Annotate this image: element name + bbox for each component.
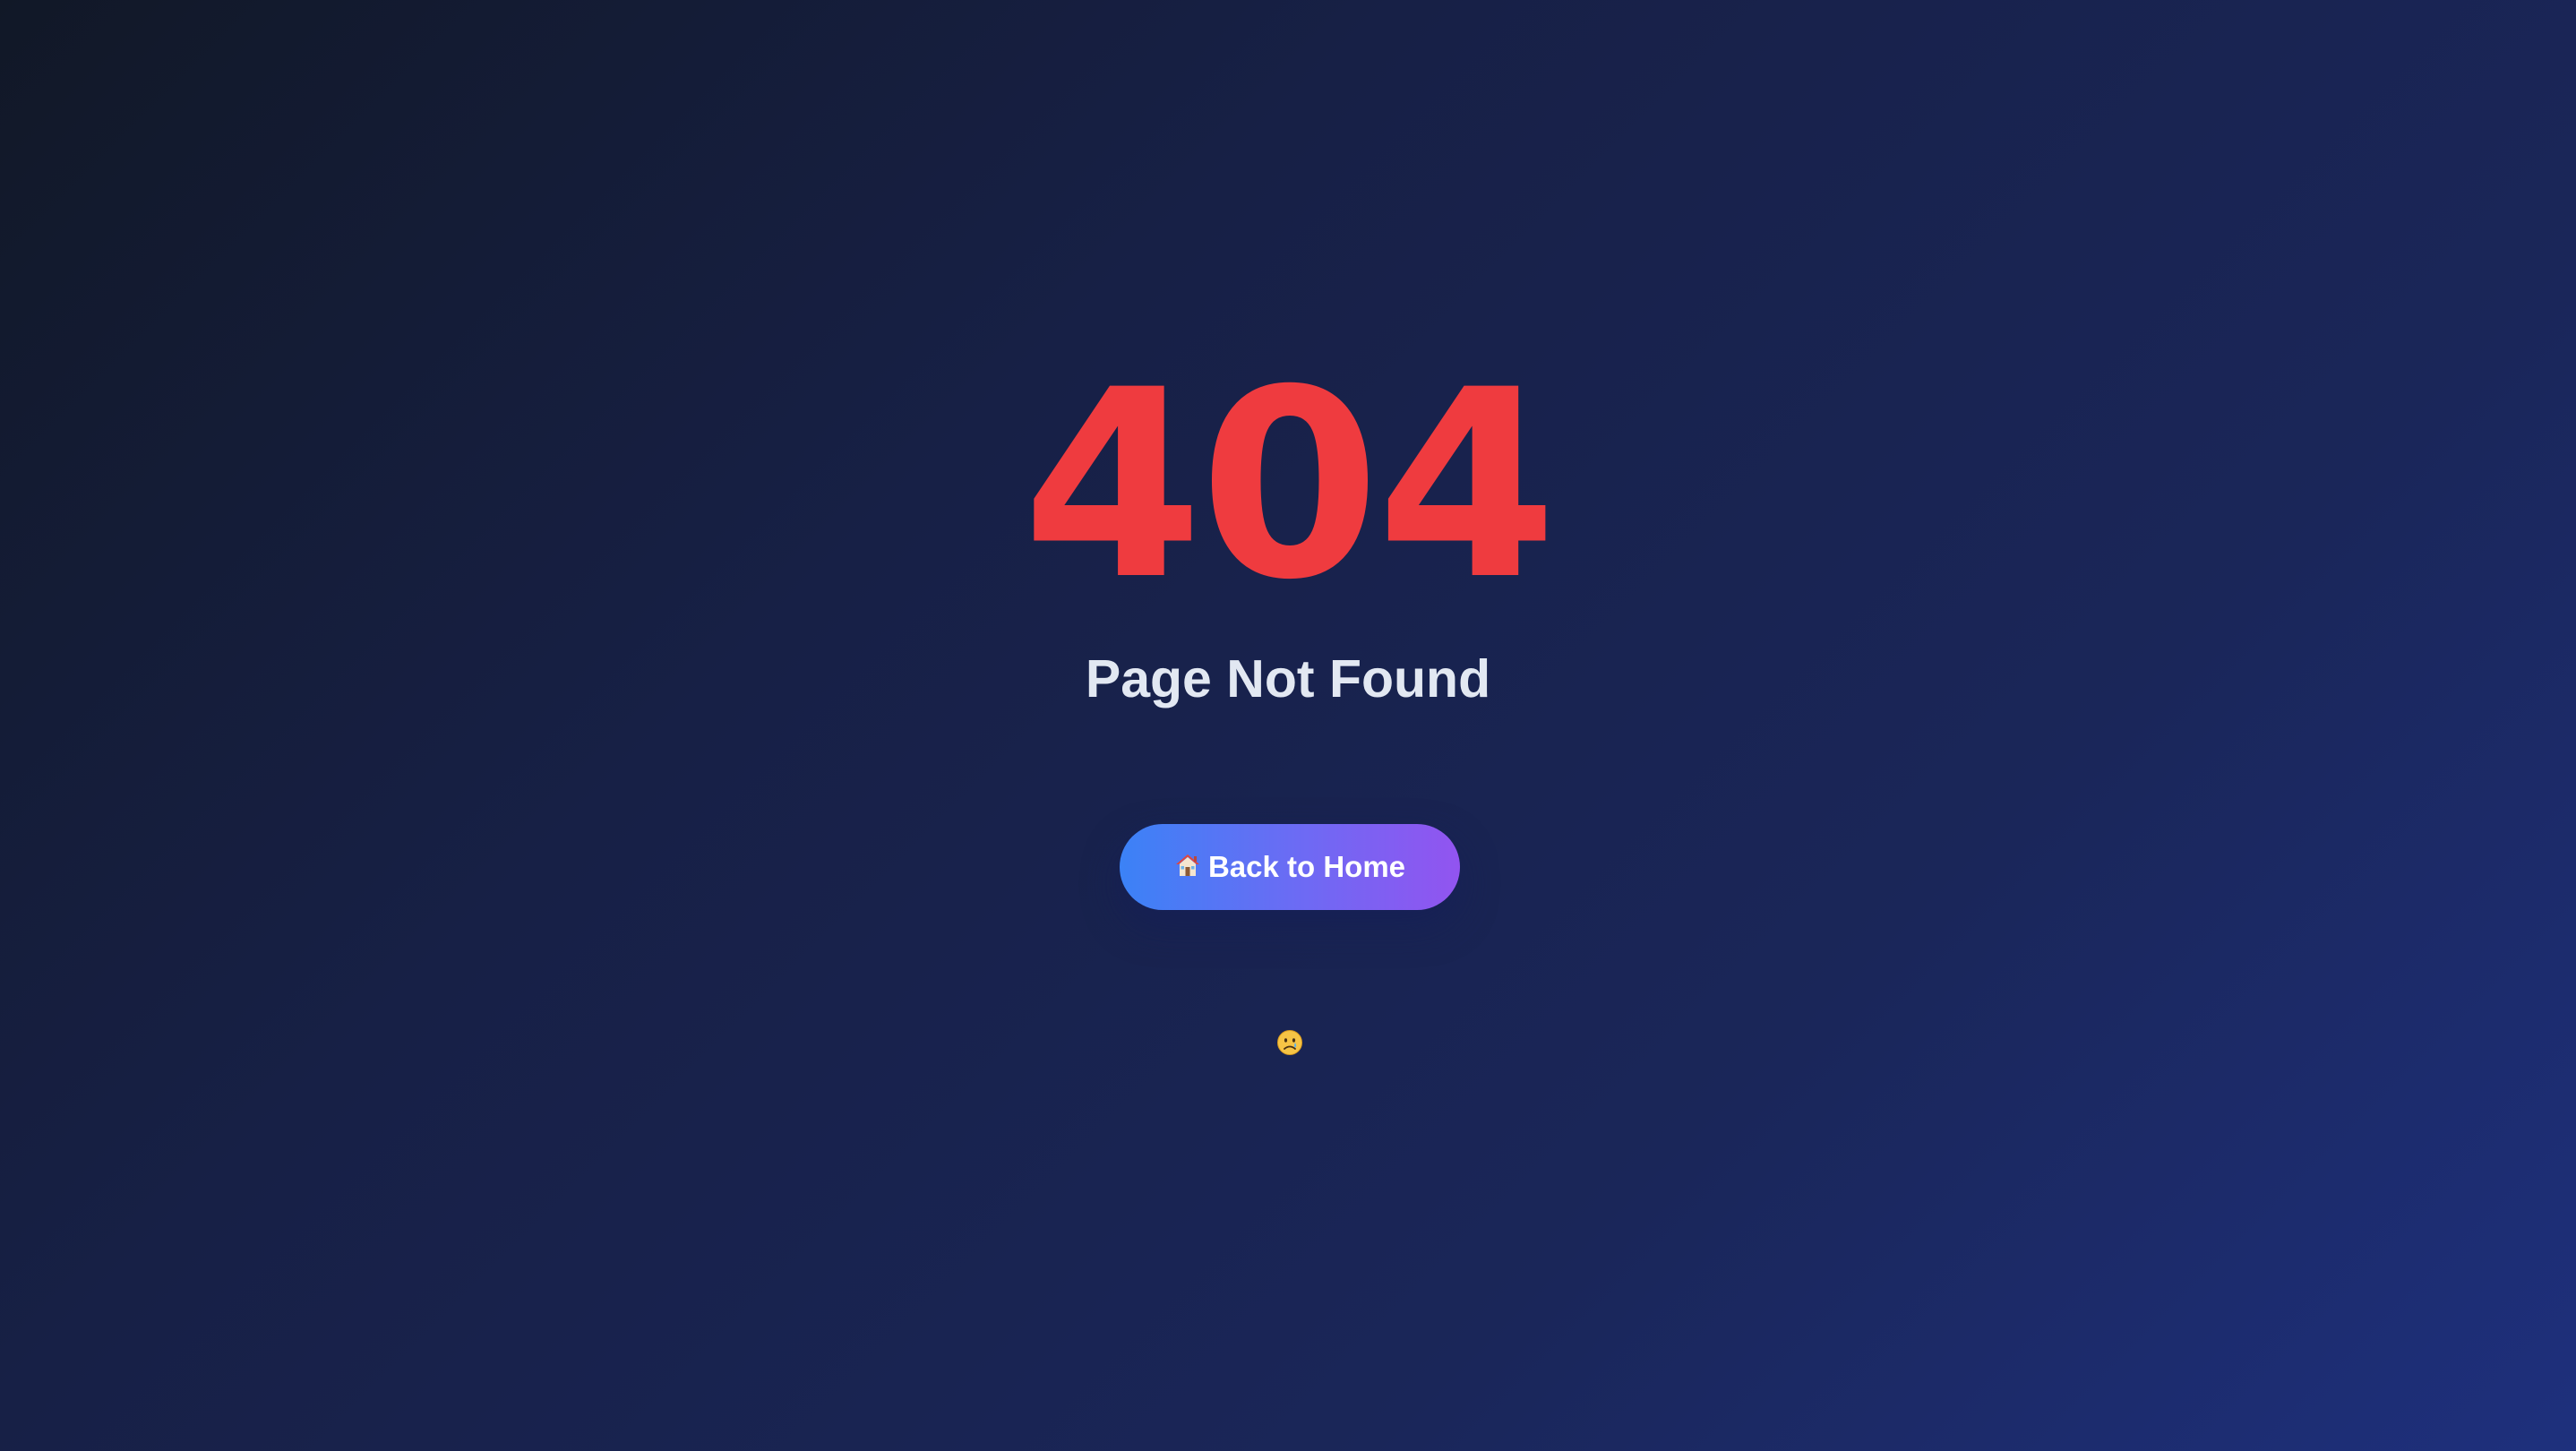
house-icon <box>1174 852 1201 879</box>
back-to-home-label: Back to Home <box>1207 850 1406 883</box>
error-page: 404 Page Not Found Back to Home <box>0 0 2576 1451</box>
error-title: Page Not Found <box>1085 649 1491 708</box>
sad-face-icon <box>1276 1029 1303 1056</box>
back-to-home-button[interactable]: Back to Home <box>1120 824 1460 910</box>
error-code: 404 <box>1022 335 1557 637</box>
